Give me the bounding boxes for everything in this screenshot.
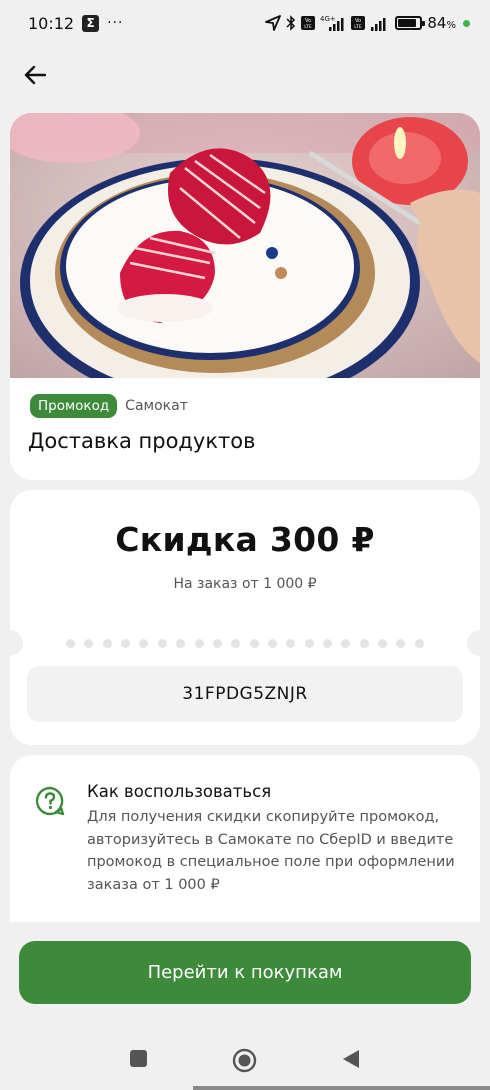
- signal-4g-icon: 4G+: [320, 15, 346, 31]
- back-button[interactable]: [18, 58, 52, 92]
- svg-text:LTE: LTE: [305, 24, 313, 30]
- how-to-text: Для получения скидки скопируйте промокод…: [87, 809, 455, 893]
- system-nav-bar: [0, 1035, 490, 1090]
- discount-subtitle: На заказ от 1 000 ₽: [173, 576, 317, 592]
- battery-fill: [398, 19, 417, 27]
- status-left: 10:12 Σ ···: [28, 14, 123, 33]
- svg-text:Vo: Vo: [305, 18, 311, 24]
- battery-percent: 84%: [427, 14, 456, 32]
- battery-icon: [395, 16, 426, 30]
- svg-text:4G+: 4G+: [320, 15, 336, 23]
- svg-text:LTE: LTE: [355, 24, 363, 30]
- promo-code-field[interactable]: 31FPDG5ZNJR: [27, 666, 463, 722]
- ticket-notch-left: [0, 630, 23, 656]
- privacy-dot-icon: [463, 19, 470, 27]
- recents-button[interactable]: [129, 1049, 148, 1068]
- sigma-app-icon: Σ: [82, 14, 100, 32]
- question-bubble-icon: [35, 786, 65, 816]
- arrow-left-icon: [24, 65, 46, 85]
- offer-card: Промокод Самокат Доставка продуктов: [10, 113, 480, 480]
- back-nav-button[interactable]: [342, 1049, 360, 1069]
- promo-tag: Промокод: [30, 394, 118, 418]
- how-to-title: Как воспользоваться: [87, 782, 272, 801]
- ticket-perforation: [66, 638, 424, 648]
- location-icon: [265, 15, 282, 31]
- offer-image: [10, 113, 480, 378]
- offer-title: Доставка продуктов: [28, 429, 256, 453]
- volte-icon-2: Vo LTE: [351, 16, 366, 30]
- bluetooth-icon: [286, 15, 296, 31]
- status-right: Vo LTE 4G+ Vo LTE 84%: [265, 14, 470, 32]
- home-indicator: [193, 1086, 490, 1090]
- home-button[interactable]: [232, 1048, 257, 1073]
- discount-title: Скидка 300 ₽: [115, 520, 375, 559]
- status-bar: 10:12 Σ ··· Vo LTE 4G+ Vo LTE 84%: [0, 0, 490, 46]
- volte-icon: Vo LTE: [301, 16, 316, 30]
- status-time: 10:12: [28, 13, 75, 33]
- tag-row: Промокод Самокат: [30, 394, 188, 418]
- svg-text:Vo: Vo: [355, 18, 361, 24]
- brand-name: Самокат: [125, 398, 188, 414]
- ticket-notch-right: [467, 630, 490, 656]
- discount-card: Скидка 300 ₽ На заказ от 1 000 ₽ 31FPDG5…: [0, 490, 490, 745]
- more-notifications-icon: ···: [107, 15, 124, 31]
- go-shopping-button[interactable]: Перейти к покупкам: [19, 941, 471, 1004]
- signal-icon: [370, 15, 390, 31]
